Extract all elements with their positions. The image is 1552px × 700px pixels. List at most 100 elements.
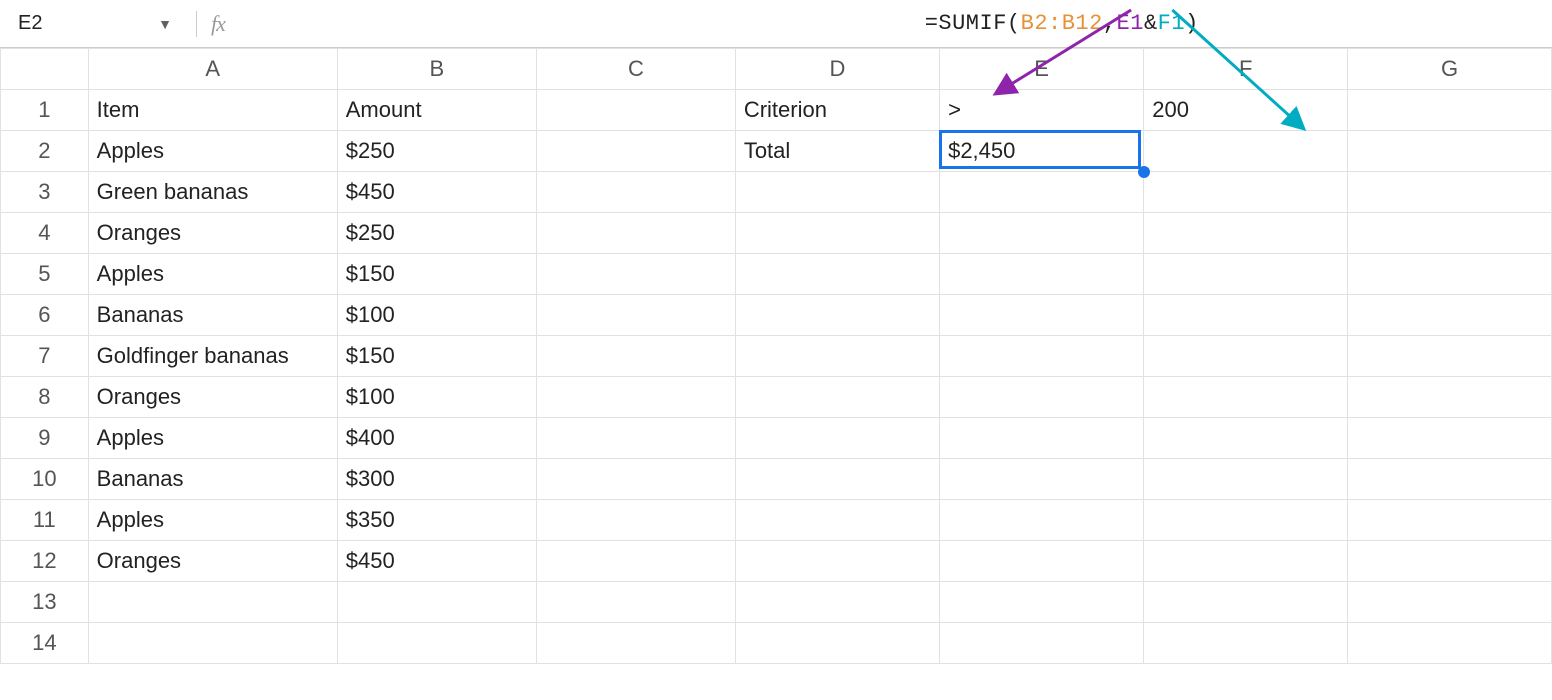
- cell-D2[interactable]: Total: [735, 131, 939, 172]
- cell-C1[interactable]: [536, 90, 735, 131]
- cell-B5[interactable]: $150: [337, 254, 536, 295]
- cell-C7[interactable]: [536, 336, 735, 377]
- cell-C6[interactable]: [536, 295, 735, 336]
- cell-B12[interactable]: $450: [337, 541, 536, 582]
- cell-B11[interactable]: $350: [337, 500, 536, 541]
- column-header-C[interactable]: C: [536, 49, 735, 90]
- cell-E13[interactable]: [940, 582, 1144, 623]
- row-header-2[interactable]: 2: [1, 131, 89, 172]
- cell-E2[interactable]: $2,450: [940, 131, 1144, 172]
- cell-B3[interactable]: $450: [337, 172, 536, 213]
- cell-D11[interactable]: [735, 500, 939, 541]
- cell-F14[interactable]: [1144, 623, 1348, 664]
- cell-C10[interactable]: [536, 459, 735, 500]
- cell-D7[interactable]: [735, 336, 939, 377]
- cell-E6[interactable]: [940, 295, 1144, 336]
- cell-F10[interactable]: [1144, 459, 1348, 500]
- cell-D13[interactable]: [735, 582, 939, 623]
- cell-C3[interactable]: [536, 172, 735, 213]
- cell-G10[interactable]: [1348, 459, 1552, 500]
- cell-E12[interactable]: [940, 541, 1144, 582]
- cell-G5[interactable]: [1348, 254, 1552, 295]
- cell-F7[interactable]: [1144, 336, 1348, 377]
- cell-E5[interactable]: [940, 254, 1144, 295]
- cell-F11[interactable]: [1144, 500, 1348, 541]
- cell-B10[interactable]: $300: [337, 459, 536, 500]
- cell-G14[interactable]: [1348, 623, 1552, 664]
- cell-B2[interactable]: $250: [337, 131, 536, 172]
- cell-B8[interactable]: $100: [337, 377, 536, 418]
- cell-D9[interactable]: [735, 418, 939, 459]
- column-header-F[interactable]: F: [1144, 49, 1348, 90]
- cell-C11[interactable]: [536, 500, 735, 541]
- cell-D6[interactable]: [735, 295, 939, 336]
- row-header-14[interactable]: 14: [1, 623, 89, 664]
- cell-G4[interactable]: [1348, 213, 1552, 254]
- cell-F8[interactable]: [1144, 377, 1348, 418]
- cell-C9[interactable]: [536, 418, 735, 459]
- cell-D14[interactable]: [735, 623, 939, 664]
- cell-C4[interactable]: [536, 213, 735, 254]
- cell-F2[interactable]: [1144, 131, 1348, 172]
- cell-E14[interactable]: [940, 623, 1144, 664]
- cell-G2[interactable]: [1348, 131, 1552, 172]
- spreadsheet-grid[interactable]: ABCDEFG 1ItemAmountCriterion>2002Apples$…: [0, 48, 1552, 664]
- cell-D3[interactable]: [735, 172, 939, 213]
- row-header-13[interactable]: 13: [1, 582, 89, 623]
- cell-A12[interactable]: Oranges: [88, 541, 337, 582]
- cell-G12[interactable]: [1348, 541, 1552, 582]
- cell-E9[interactable]: [940, 418, 1144, 459]
- cell-F6[interactable]: [1144, 295, 1348, 336]
- cell-F5[interactable]: [1144, 254, 1348, 295]
- selection-fill-handle[interactable]: [1138, 166, 1150, 178]
- column-header-G[interactable]: G: [1348, 49, 1552, 90]
- cell-A14[interactable]: [88, 623, 337, 664]
- cell-A8[interactable]: Oranges: [88, 377, 337, 418]
- cell-G11[interactable]: [1348, 500, 1552, 541]
- row-header-8[interactable]: 8: [1, 377, 89, 418]
- column-header-A[interactable]: A: [88, 49, 337, 90]
- cell-A13[interactable]: [88, 582, 337, 623]
- cell-C12[interactable]: [536, 541, 735, 582]
- cell-B7[interactable]: $150: [337, 336, 536, 377]
- cell-A1[interactable]: Item: [88, 90, 337, 131]
- cell-B13[interactable]: [337, 582, 536, 623]
- cell-A7[interactable]: Goldfinger bananas: [88, 336, 337, 377]
- cell-E7[interactable]: [940, 336, 1144, 377]
- row-header-9[interactable]: 9: [1, 418, 89, 459]
- row-header-3[interactable]: 3: [1, 172, 89, 213]
- cell-A6[interactable]: Bananas: [88, 295, 337, 336]
- cell-F9[interactable]: [1144, 418, 1348, 459]
- cell-C13[interactable]: [536, 582, 735, 623]
- cell-D12[interactable]: [735, 541, 939, 582]
- row-header-6[interactable]: 6: [1, 295, 89, 336]
- cell-C8[interactable]: [536, 377, 735, 418]
- cell-A10[interactable]: Bananas: [88, 459, 337, 500]
- fx-icon[interactable]: fx: [211, 11, 225, 37]
- cell-G13[interactable]: [1348, 582, 1552, 623]
- cell-A2[interactable]: Apples: [88, 131, 337, 172]
- cell-C2[interactable]: [536, 131, 735, 172]
- cell-E3[interactable]: [940, 172, 1144, 213]
- chevron-down-icon[interactable]: ▼: [158, 16, 172, 32]
- cell-E11[interactable]: [940, 500, 1144, 541]
- cell-D5[interactable]: [735, 254, 939, 295]
- cell-D1[interactable]: Criterion: [735, 90, 939, 131]
- cell-A5[interactable]: Apples: [88, 254, 337, 295]
- cell-G6[interactable]: [1348, 295, 1552, 336]
- cell-G3[interactable]: [1348, 172, 1552, 213]
- cell-G1[interactable]: [1348, 90, 1552, 131]
- cell-B9[interactable]: $400: [337, 418, 536, 459]
- cell-F12[interactable]: [1144, 541, 1348, 582]
- cell-D4[interactable]: [735, 213, 939, 254]
- cell-E1[interactable]: >: [940, 90, 1144, 131]
- cell-D10[interactable]: [735, 459, 939, 500]
- column-header-D[interactable]: D: [735, 49, 939, 90]
- cell-E8[interactable]: [940, 377, 1144, 418]
- row-header-11[interactable]: 11: [1, 500, 89, 541]
- cell-G7[interactable]: [1348, 336, 1552, 377]
- cell-A11[interactable]: Apples: [88, 500, 337, 541]
- cell-C14[interactable]: [536, 623, 735, 664]
- row-header-7[interactable]: 7: [1, 336, 89, 377]
- cell-B6[interactable]: $100: [337, 295, 536, 336]
